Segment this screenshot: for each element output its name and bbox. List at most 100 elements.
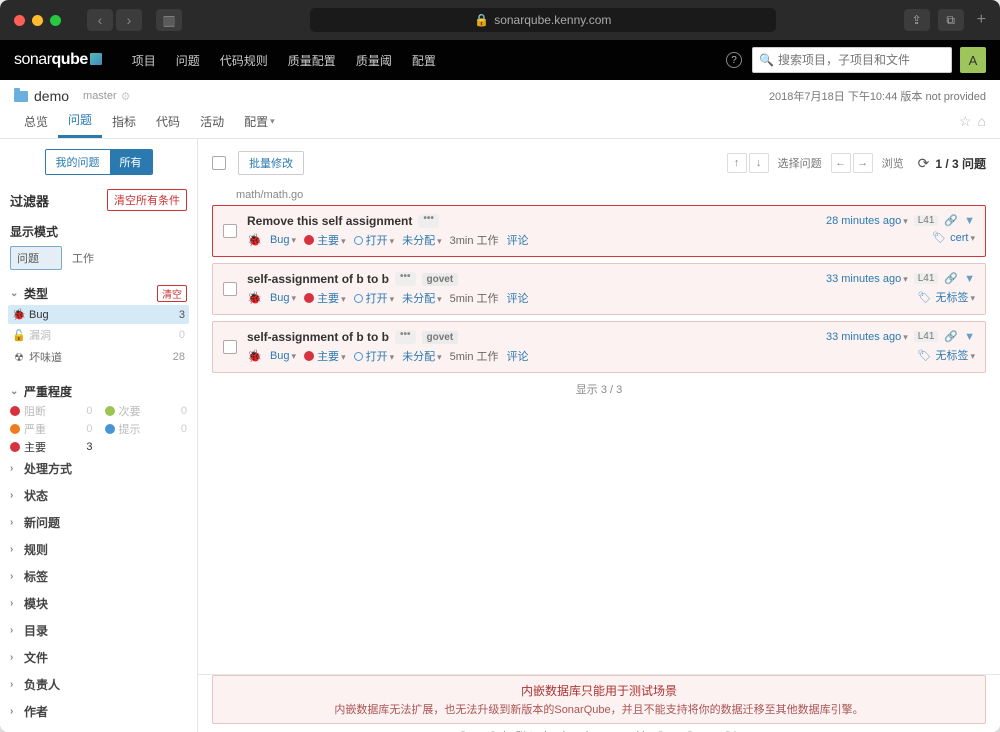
- logo[interactable]: sonarqube: [14, 51, 102, 69]
- issue-severity-dropdown[interactable]: 主要: [317, 348, 346, 364]
- file-path[interactable]: math/math.go: [212, 189, 986, 201]
- nav-projects[interactable]: 项目: [122, 52, 166, 69]
- facet-标签[interactable]: ›标签: [8, 563, 189, 590]
- issue-severity-dropdown[interactable]: 主要: [317, 232, 346, 248]
- tab-activity[interactable]: 活动: [190, 104, 234, 138]
- sev-critical[interactable]: 严重0: [10, 421, 93, 437]
- tab-measures[interactable]: 指标: [102, 104, 146, 138]
- nav-right-button[interactable]: →: [853, 153, 873, 173]
- permalink-icon[interactable]: 🔗: [944, 214, 958, 227]
- filter-icon[interactable]: ▼: [964, 273, 975, 285]
- forward-button[interactable]: ›: [116, 9, 142, 31]
- issue-comment-link[interactable]: 评论: [507, 348, 529, 364]
- global-search[interactable]: 🔍: [752, 47, 952, 73]
- filter-icon[interactable]: ▼: [964, 215, 975, 227]
- clear-type-button[interactable]: 清空: [157, 285, 187, 302]
- issue-line[interactable]: L41: [914, 215, 939, 226]
- issue-checkbox[interactable]: [223, 224, 237, 238]
- facet-处理方式[interactable]: ›处理方式: [8, 455, 189, 482]
- minimize-window-icon[interactable]: [32, 15, 43, 26]
- issue-age[interactable]: 28 minutes ago: [826, 215, 908, 227]
- issue-comment-link[interactable]: 评论: [507, 290, 529, 306]
- issue-tag-dropdown[interactable]: cert: [950, 232, 975, 244]
- more-actions-icon[interactable]: •••: [395, 272, 416, 286]
- close-window-icon[interactable]: [14, 15, 25, 26]
- sev-minor[interactable]: 次要0: [105, 403, 188, 419]
- nav-admin[interactable]: 配置: [402, 52, 446, 69]
- facet-文件[interactable]: ›文件: [8, 644, 189, 671]
- issue-title-text[interactable]: self-assignment of b to b: [247, 272, 389, 286]
- facet-type-bug[interactable]: 🐞 Bug3: [8, 305, 189, 324]
- permalink-icon[interactable]: 🔗: [944, 330, 958, 343]
- issue-status-dropdown[interactable]: 打开: [366, 290, 395, 306]
- project-name[interactable]: demo: [34, 88, 69, 104]
- issue-type-dropdown[interactable]: Bug: [270, 234, 296, 246]
- issue-comment-link[interactable]: 评论: [507, 232, 529, 248]
- star-icon[interactable]: ☆: [959, 113, 972, 130]
- nav-profiles[interactable]: 质量配置: [278, 52, 346, 69]
- avatar[interactable]: A: [960, 47, 986, 73]
- facet-模块[interactable]: ›模块: [8, 590, 189, 617]
- tabs-icon[interactable]: ⧉: [938, 9, 964, 31]
- issue-type-dropdown[interactable]: Bug: [270, 350, 296, 362]
- issue-status-dropdown[interactable]: 打开: [366, 348, 395, 364]
- select-all-checkbox[interactable]: [212, 156, 226, 170]
- sev-blocker[interactable]: 阻断0: [10, 403, 93, 419]
- bulk-change-button[interactable]: 批量修改: [238, 151, 304, 175]
- prev-issue-button[interactable]: ↑: [727, 153, 747, 173]
- permalink-icon[interactable]: 🔗: [944, 272, 958, 285]
- back-button[interactable]: ‹: [87, 9, 113, 31]
- clear-all-button[interactable]: 清空所有条件: [107, 189, 187, 211]
- filter-icon[interactable]: ▼: [964, 331, 975, 343]
- mode-effort-option[interactable]: 工作: [72, 250, 94, 266]
- toggle-all-issues[interactable]: 所有: [110, 150, 152, 174]
- branch-selector[interactable]: master ⚙: [83, 90, 131, 103]
- issue-title-text[interactable]: Remove this self assignment: [247, 214, 412, 228]
- facet-type-header[interactable]: ⌄ 类型 清空: [8, 282, 189, 305]
- facet-作者[interactable]: ›作者: [8, 698, 189, 725]
- nav-left-button[interactable]: ←: [831, 153, 851, 173]
- issue-checkbox[interactable]: [223, 340, 237, 354]
- share-icon[interactable]: ⇪: [904, 9, 930, 31]
- sev-major[interactable]: 主要3: [10, 439, 93, 455]
- tab-code[interactable]: 代码: [146, 104, 190, 138]
- more-actions-icon[interactable]: •••: [395, 330, 416, 344]
- tab-overview[interactable]: 总览: [14, 104, 58, 138]
- maximize-window-icon[interactable]: [50, 15, 61, 26]
- issue-assignee-dropdown[interactable]: 未分配: [402, 348, 442, 364]
- facet-type-vulnerability[interactable]: 🔓 漏洞0: [8, 324, 189, 346]
- facet-语言[interactable]: ›语言: [8, 725, 189, 732]
- facet-状态[interactable]: ›状态: [8, 482, 189, 509]
- toggle-my-issues[interactable]: 我的问题: [46, 150, 110, 174]
- nav-rules[interactable]: 代码规则: [210, 52, 278, 69]
- facet-目录[interactable]: ›目录: [8, 617, 189, 644]
- facet-负责人[interactable]: ›负责人: [8, 671, 189, 698]
- issue-tag-dropdown[interactable]: 无标签: [935, 289, 975, 305]
- nav-gates[interactable]: 质量阈: [346, 52, 402, 69]
- issue-row[interactable]: self-assignment of b to b ••• govet 🐞 Bu…: [212, 263, 986, 315]
- issue-status-dropdown[interactable]: 打开: [366, 232, 395, 248]
- issue-checkbox[interactable]: [223, 282, 237, 296]
- mode-issues-select[interactable]: 问题: [10, 246, 62, 270]
- issue-title-text[interactable]: self-assignment of b to b: [247, 330, 389, 344]
- home-icon[interactable]: ⌂: [978, 113, 986, 130]
- facet-规则[interactable]: ›规则: [8, 536, 189, 563]
- issue-age[interactable]: 33 minutes ago: [826, 331, 908, 343]
- nav-issues[interactable]: 问题: [166, 52, 210, 69]
- more-actions-icon[interactable]: •••: [418, 214, 439, 228]
- next-issue-button[interactable]: ↓: [749, 153, 769, 173]
- issue-age[interactable]: 33 minutes ago: [826, 273, 908, 285]
- issue-row[interactable]: self-assignment of b to b ••• govet 🐞 Bu…: [212, 321, 986, 373]
- issue-tag-dropdown[interactable]: 无标签: [935, 347, 975, 363]
- issue-severity-dropdown[interactable]: 主要: [317, 290, 346, 306]
- facet-新问题[interactable]: ›新问题: [8, 509, 189, 536]
- issue-line[interactable]: L41: [914, 273, 939, 284]
- address-bar[interactable]: 🔒 sonarqube.kenny.com: [310, 8, 776, 32]
- search-input[interactable]: [778, 53, 945, 67]
- sidebar-toggle-icon[interactable]: ▥: [156, 9, 182, 31]
- facet-type-smell[interactable]: ☢ 坏味道28: [8, 346, 189, 368]
- issue-assignee-dropdown[interactable]: 未分配: [402, 232, 442, 248]
- issue-row[interactable]: Remove this self assignment ••• 🐞 Bug 主要…: [212, 205, 986, 257]
- tab-issues[interactable]: 问题: [58, 104, 102, 138]
- sev-info[interactable]: 提示0: [105, 421, 188, 437]
